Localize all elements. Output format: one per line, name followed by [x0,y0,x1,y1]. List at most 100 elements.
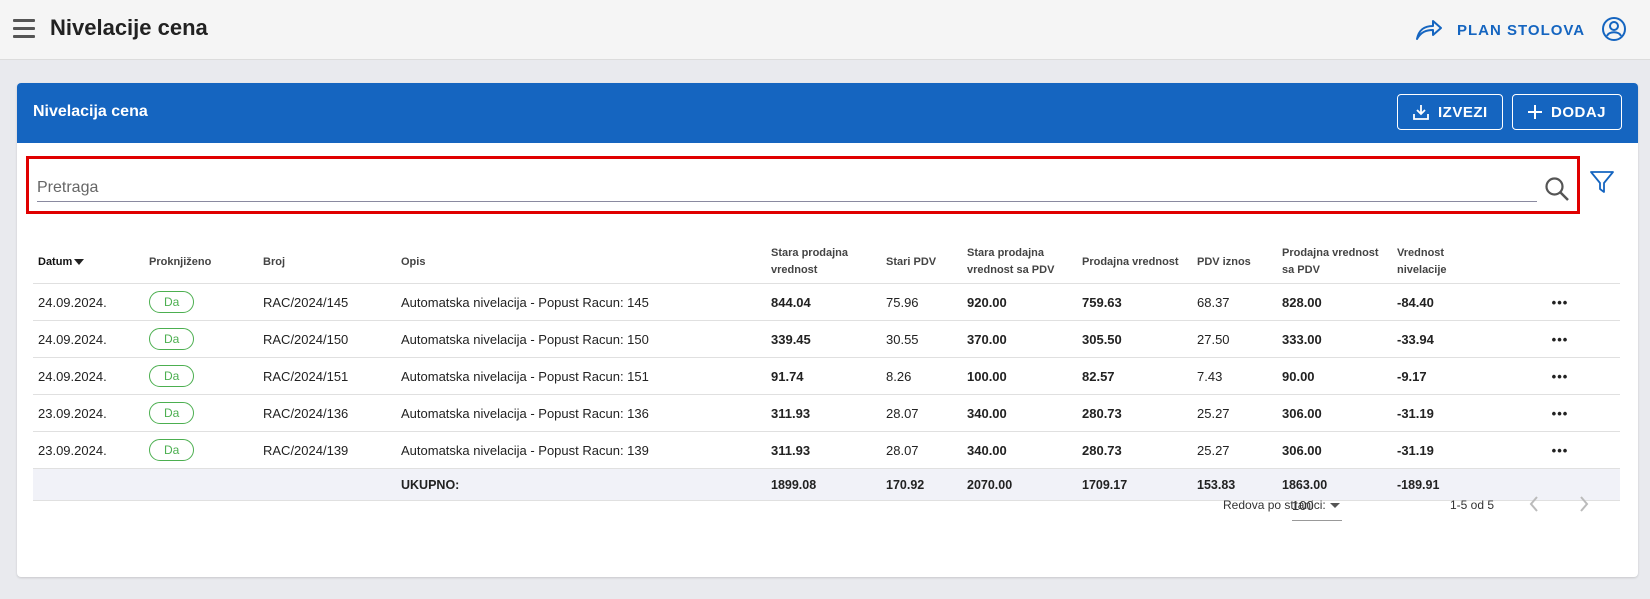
user-account-icon[interactable] [1601,16,1627,47]
cell-pdv-iznos: 7.43 [1192,357,1277,395]
download-icon [1413,105,1429,120]
cell-prodajna: 305.50 [1077,320,1192,358]
share-arrow-icon [1416,20,1442,40]
cell-broj: RAC/2024/150 [258,320,396,358]
rows-per-page-select[interactable]: 100 [1292,490,1342,521]
cell-pdv-iznos: 27.50 [1192,320,1277,358]
column-header-stara-prodajna[interactable]: Stara prodajna vrednost [766,241,881,284]
cell-nivelacija: -9.17 [1392,357,1500,395]
plan-stolova-button[interactable]: PLAN STOLOVA [1415,17,1585,43]
cell-datum: 23.09.2024. [33,394,144,432]
previous-page-button[interactable] [1527,494,1541,516]
column-header-stara-sa-pdv[interactable]: Stara prodajna vrednost sa PDV [962,241,1077,284]
cell-prodajna: 82.57 [1077,357,1192,395]
column-header-stari-pdv[interactable]: Stari PDV [881,241,962,284]
nivelacija-table: Datum Proknjiženo Broj Opis Stara prodaj… [33,241,1620,501]
table-row[interactable]: 24.09.2024. Da RAC/2024/150 Automatska n… [33,320,1620,358]
cell-nivelacija: -33.94 [1392,320,1500,358]
cell-prodajna-sa-pdv: 306.00 [1277,394,1392,432]
cell-nivelacija: -31.19 [1392,394,1500,432]
column-header-prodajna-sa-pdv[interactable]: Prodajna vrednost sa PDV [1277,241,1392,284]
chevron-left-icon [1529,496,1538,512]
cell-status: Da [144,357,258,395]
cell-stara-prodajna: 339.45 [766,320,881,358]
cell-prodajna-sa-pdv: 90.00 [1277,357,1392,395]
row-more-icon[interactable]: ••• [1500,320,1620,358]
cell-stari-pdv: 30.55 [881,320,962,358]
cell-pdv-iznos: 25.27 [1192,431,1277,469]
cell-prodajna: 280.73 [1077,431,1192,469]
column-header-broj[interactable]: Broj [258,241,396,284]
cell-nivelacija: -31.19 [1392,431,1500,469]
column-header-proknjizeno[interactable]: Proknjiženo [144,241,258,284]
status-badge: Da [149,402,195,424]
column-header-vrednost-nivelacije[interactable]: Vrednost nivelacije [1392,241,1500,284]
status-badge: Da [149,365,195,387]
cell-empty [33,468,144,501]
table-row[interactable]: 23.09.2024. Da RAC/2024/136 Automatska n… [33,394,1620,432]
row-more-icon[interactable]: ••• [1500,357,1620,395]
cell-prodajna: 280.73 [1077,394,1192,432]
cell-opis: Automatska nivelacija - Popust Racun: 14… [396,283,766,321]
nivelacija-card: Nivelacija cena IZVEZI DODAJ Pretraga Da… [17,83,1638,577]
cell-datum: 24.09.2024. [33,357,144,395]
column-header-opis[interactable]: Opis [396,241,766,284]
table-header-row: Datum Proknjiženo Broj Opis Stara prodaj… [33,241,1620,284]
cell-status: Da [144,431,258,469]
cell-opis: Automatska nivelacija - Popust Racun: 15… [396,320,766,358]
cell-stara-prodajna: 91.74 [766,357,881,395]
cell-prodajna-sa-pdv: 828.00 [1277,283,1392,321]
table-row[interactable]: 24.09.2024. Da RAC/2024/145 Automatska n… [33,283,1620,321]
filter-icon[interactable] [1589,169,1615,200]
row-more-icon[interactable]: ••• [1500,394,1620,432]
cell-status: Da [144,394,258,432]
search-icon[interactable] [1544,176,1570,207]
cell-status: Da [144,320,258,358]
total-row: UKUPNO: 1899.08 170.92 2070.00 1709.17 1… [33,468,1620,501]
export-label: IZVEZI [1438,103,1488,121]
column-header-actions [1500,241,1620,284]
cell-nivelacija: -84.40 [1392,283,1500,321]
cell-stara-prodajna: 311.93 [766,431,881,469]
column-header-prodajna[interactable]: Prodajna vrednost [1077,241,1192,284]
cell-broj: RAC/2024/136 [258,394,396,432]
status-badge: Da [149,328,195,350]
top-bar: Nivelacije cena PLAN STOLOVA [0,0,1650,60]
cell-empty [144,468,258,501]
row-more-icon[interactable]: ••• [1500,283,1620,321]
page-title: Nivelacije cena [50,15,208,40]
column-header-pdv-iznos[interactable]: PDV iznos [1192,241,1277,284]
sort-desc-icon [74,258,85,265]
search-input[interactable] [37,175,1537,202]
row-more-icon[interactable]: ••• [1500,431,1620,469]
total-stari-pdv: 170.92 [881,468,962,501]
cell-prodajna: 759.63 [1077,283,1192,321]
cell-empty [258,468,396,501]
chevron-down-icon [1330,503,1340,508]
total-prodajna: 1709.17 [1077,468,1192,501]
table-row[interactable]: 24.09.2024. Da RAC/2024/151 Automatska n… [33,357,1620,395]
pagination-range: 1-5 od 5 [1450,498,1495,512]
column-header-datum[interactable]: Datum [33,241,144,284]
cell-stara-prodajna: 844.04 [766,283,881,321]
cell-stara-prodajna: 311.93 [766,394,881,432]
total-pdv-iznos: 153.83 [1192,468,1277,501]
cell-pdv-iznos: 68.37 [1192,283,1277,321]
cell-broj: RAC/2024/139 [258,431,396,469]
chevron-right-icon [1580,496,1589,512]
hamburger-menu-icon[interactable] [13,19,35,39]
total-stara-sa-pdv: 2070.00 [962,468,1077,501]
cell-stari-pdv: 28.07 [881,394,962,432]
export-button[interactable]: IZVEZI [1397,94,1503,130]
total-stara-prodajna: 1899.08 [766,468,881,501]
cell-prodajna-sa-pdv: 306.00 [1277,431,1392,469]
cell-opis: Automatska nivelacija - Popust Racun: 13… [396,394,766,432]
cell-prodajna-sa-pdv: 333.00 [1277,320,1392,358]
next-page-button[interactable] [1577,494,1591,516]
add-button[interactable]: DODAJ [1512,94,1622,130]
cell-stari-pdv: 75.96 [881,283,962,321]
cell-stara-sa-pdv: 920.00 [962,283,1077,321]
rows-per-page-value: 100 [1292,498,1314,513]
table-row[interactable]: 23.09.2024. Da RAC/2024/139 Automatska n… [33,431,1620,469]
total-label: UKUPNO: [396,468,766,501]
